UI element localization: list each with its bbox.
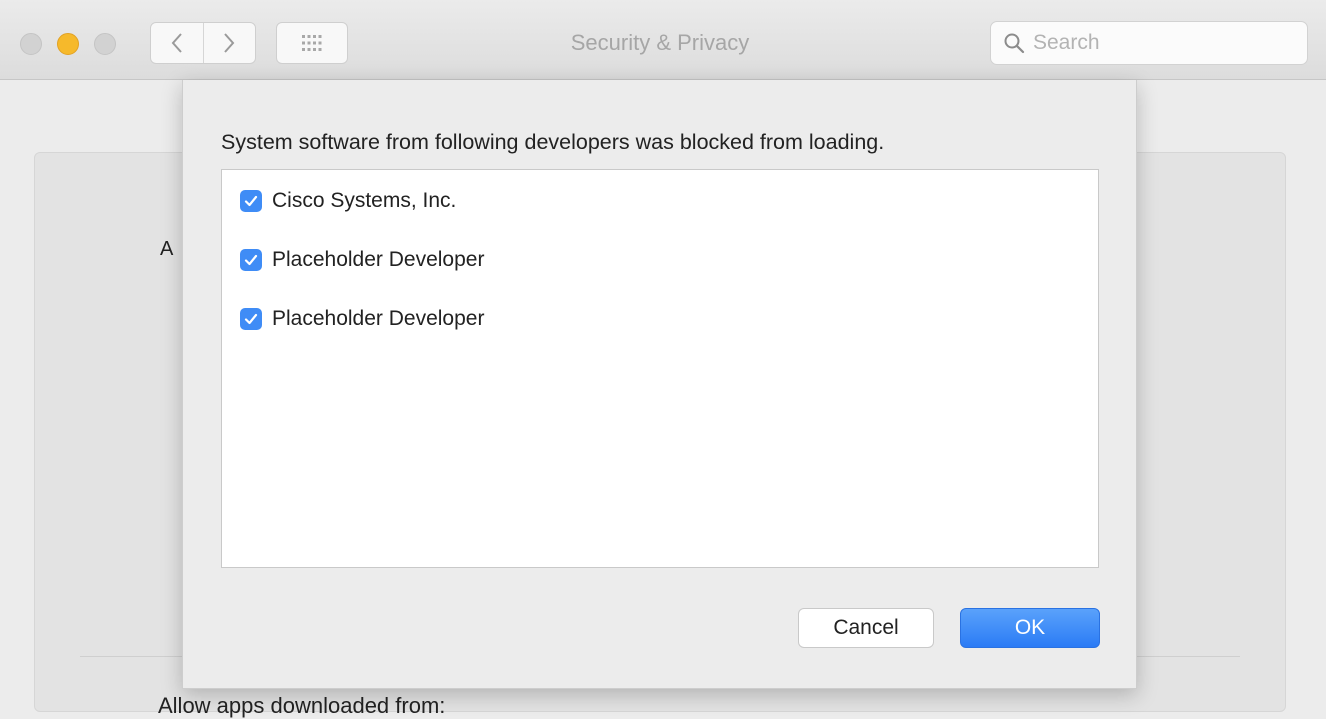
- chevron-right-icon: [224, 33, 235, 53]
- show-all-button[interactable]: [276, 22, 348, 64]
- minimize-button[interactable]: [57, 33, 79, 55]
- forward-button[interactable]: [202, 23, 256, 63]
- allow-apps-label: Allow apps downloaded from:: [158, 693, 446, 718]
- close-button[interactable]: [20, 33, 42, 55]
- developer-checkbox[interactable]: [240, 190, 262, 212]
- preferences-window: Security & Privacy Search A Allow apps d…: [0, 0, 1326, 718]
- ok-button[interactable]: OK: [960, 608, 1100, 648]
- developer-list: Cisco Systems, Inc. Placeholder Develope…: [221, 169, 1099, 568]
- list-item[interactable]: Placeholder Developer: [240, 245, 484, 275]
- back-button[interactable]: [151, 23, 203, 63]
- list-item[interactable]: Cisco Systems, Inc.: [240, 186, 456, 216]
- navigation-segment: [150, 22, 256, 64]
- search-field[interactable]: Search: [990, 21, 1308, 65]
- search-icon: [1004, 33, 1025, 54]
- cancel-button[interactable]: Cancel: [798, 608, 934, 648]
- zoom-button[interactable]: [94, 33, 116, 55]
- grid-icon: [302, 35, 322, 51]
- title-bar: Security & Privacy Search: [0, 0, 1326, 80]
- blocked-software-sheet: System software from following developer…: [182, 80, 1137, 689]
- developer-checkbox[interactable]: [240, 249, 262, 271]
- developer-checkbox[interactable]: [240, 308, 262, 330]
- background-partial-text: A: [160, 238, 174, 260]
- search-placeholder: Search: [1033, 31, 1100, 54]
- chevron-left-icon: [171, 33, 182, 53]
- developer-label: Placeholder Developer: [272, 307, 485, 330]
- sheet-message: System software from following developer…: [221, 130, 885, 154]
- window-title: Security & Privacy: [570, 30, 750, 55]
- checkmark-icon: [244, 195, 258, 207]
- list-item[interactable]: Placeholder Developer: [240, 304, 484, 334]
- checkmark-icon: [244, 313, 258, 325]
- developer-label: Cisco Systems, Inc.: [272, 189, 457, 212]
- developer-label: Placeholder Developer: [272, 248, 485, 271]
- checkmark-icon: [244, 254, 258, 266]
